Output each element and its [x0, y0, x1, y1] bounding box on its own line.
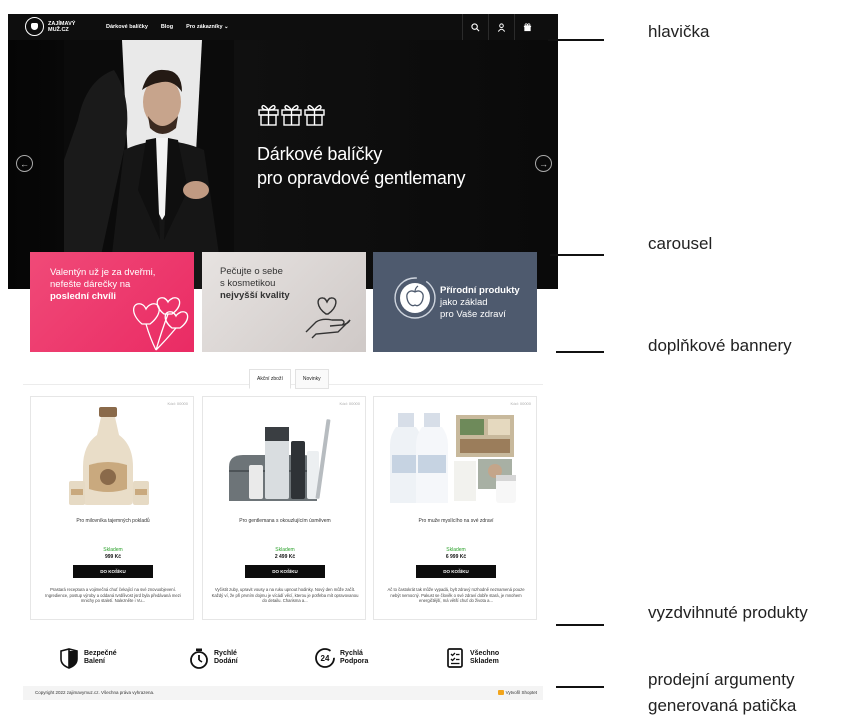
- stock-status: Skladem: [103, 547, 123, 553]
- annotation-line-header: [548, 39, 604, 41]
- annotation-line-carousel: [550, 254, 604, 256]
- banner-natural-line-2: jako základ: [440, 297, 488, 308]
- banner-cosmetics-line-3: nejvyšší kvality: [220, 290, 290, 301]
- argument-all-in-stock: Všechno Skladem: [444, 647, 499, 669]
- hand-heart-icon: [305, 297, 351, 339]
- banner-natural-products[interactable]: Přírodní produkty jako základ pro Vaše z…: [373, 252, 537, 352]
- product-name[interactable]: Pro muže myslícího na své zdraví: [374, 518, 538, 524]
- site-header: ZAJÍMAVÝ MUŽ.CZ Dárkové balíčky Blog Pro…: [8, 14, 558, 40]
- banner-natural-products-text: Přírodní produkty jako základ pro Vaše z…: [440, 285, 537, 321]
- annotation-line-products: [556, 624, 604, 626]
- shoptet-credit-text: Vytvořil Shoptet: [505, 690, 537, 695]
- product-name[interactable]: Pro gentlemana s okouzlujícím úsměvem: [203, 518, 367, 524]
- argument-line-1: Rychlé: [214, 650, 237, 657]
- annotation-banners: doplňkové bannery: [648, 336, 792, 355]
- apple-leaf-icon: [394, 277, 436, 319]
- argument-line-2: Skladem: [470, 658, 499, 665]
- product-image-grooming-kit: [229, 419, 331, 501]
- argument-safe-packaging: Bezpečné Balení: [58, 647, 117, 669]
- nav-item-gift-boxes[interactable]: Dárkové balíčky: [106, 24, 148, 30]
- banner-natural-line-3: pro Vaše zdraví: [440, 309, 506, 320]
- logo-text: ZAJÍMAVÝ MUŽ.CZ: [48, 20, 76, 33]
- site-footer: Copyright 2022 zajimavymuz.cz. Všechna p…: [23, 686, 543, 700]
- product-card[interactable]: Kód: 00000 Pro gentlemana s okouzlujícím…: [202, 396, 366, 620]
- carousel-prev-arrow-icon[interactable]: ←: [16, 155, 33, 172]
- stopwatch-icon: [190, 648, 208, 669]
- product-description: Vyčistit zuby, upravit vousy a na ruku u…: [211, 587, 359, 604]
- product-price: 999 Kč: [104, 554, 122, 560]
- hero-title: Dárkové balíčky pro opravdové gentlemany: [257, 142, 517, 190]
- annotation-line-arguments: [556, 686, 604, 688]
- argument-fast-support: 24 Rychlá Podpora: [314, 647, 368, 669]
- product-tabs: Akční zboží Novinky: [249, 369, 329, 389]
- tab-new-items[interactable]: Novinky: [294, 369, 329, 389]
- product-description: Ač to častokrát tak může vypadá, bylt zd…: [387, 587, 525, 604]
- argument-line-2: Dodání: [214, 658, 238, 665]
- selling-arguments: Bezpečné Balení Rychlé Dodání 24 Rychlá Pod…: [8, 647, 558, 677]
- hero-title-line-2: pro opravdové gentlemany: [257, 168, 466, 188]
- hero-title-line-1: Dárkové balíčky: [257, 144, 383, 164]
- carousel-next-arrow-icon[interactable]: →: [535, 155, 552, 172]
- annotation-carousel: carousel: [648, 234, 713, 253]
- annotation-footer: generovaná patička: [648, 696, 797, 715]
- annotation-header: hlavička: [648, 22, 710, 41]
- support-24-icon: 24: [315, 648, 335, 668]
- search-icon[interactable]: [462, 14, 488, 40]
- product-image-health-set: [390, 413, 516, 503]
- argument-line-1: Rychlá: [340, 650, 363, 657]
- shoptet-credit[interactable]: Vytvořil Shoptet: [497, 690, 537, 695]
- product-name[interactable]: Pro milovníka tajemných pokladů: [31, 518, 195, 524]
- banner-valentine-line-1: Valentýn už je za dveřmi,: [50, 267, 156, 278]
- copyright-text: Copyright 2022 zajimavymuz.cz. Všechna p…: [35, 690, 155, 695]
- nav-item-blog[interactable]: Blog: [161, 24, 173, 30]
- argument-line-1: Všechno: [470, 650, 500, 657]
- product-image-liqueur-set: [69, 407, 149, 505]
- banner-cosmetics[interactable]: Pečujte o sebe s kosmetikou nejvyšší kva…: [202, 252, 366, 352]
- tab-sale-items[interactable]: Akční zboží: [249, 369, 291, 389]
- annotation-arguments: prodejní argumenty: [648, 670, 795, 689]
- add-to-cart-button[interactable]: DO KOŠÍKU: [416, 565, 496, 578]
- argument-fast-delivery: Rychlé Dodání: [188, 647, 238, 669]
- nav-item-for-customers[interactable]: Pro zákazníky ⌄: [186, 24, 229, 30]
- argument-line-1: Bezpečné: [84, 650, 117, 657]
- add-to-cart-button[interactable]: DO KOŠÍKU: [73, 565, 153, 578]
- shield-icon: [60, 648, 78, 669]
- site-logo[interactable]: ZAJÍMAVÝ MUŽ.CZ: [25, 17, 78, 36]
- main-nav: Dárkové balíčky Blog Pro zákazníky ⌄: [106, 14, 229, 40]
- shoptet-logo-icon: [497, 690, 504, 695]
- banner-natural-line-1: Přírodní produkty: [440, 285, 520, 296]
- banner-cosmetics-line-2: s kosmetikou: [220, 278, 276, 289]
- checklist-icon: [447, 648, 463, 668]
- product-card[interactable]: Kód: 00000 Pro muže myslícího na své zdr…: [373, 396, 537, 620]
- argument-line-2: Podpora: [340, 658, 369, 665]
- product-card[interactable]: Kód: 00000 Pro milovníka tajemných pokla…: [30, 396, 194, 620]
- user-icon[interactable]: [488, 14, 514, 40]
- website-mockup: ZAJÍMAVÝ MUŽ.CZ Dárkové balíčky Blog Pro…: [8, 14, 558, 717]
- product-description: Prastará receptura a vojimečná chuť čeka…: [45, 587, 181, 604]
- svg-text:24: 24: [321, 654, 330, 663]
- header-icons: [462, 14, 540, 40]
- stock-status: Skladem: [275, 547, 295, 553]
- gift-boxes-icon: [258, 102, 326, 126]
- gift-icon[interactable]: [514, 14, 540, 40]
- annotation-line-banners: [556, 351, 604, 353]
- heart-balloons-icon: [132, 297, 189, 351]
- banner-valentine-line-3: poslední chvíli: [50, 291, 116, 302]
- product-price: 6 999 Kč: [445, 554, 467, 560]
- stock-status: Skladem: [446, 547, 466, 553]
- annotation-products: vyzdvihnuté produkty: [648, 603, 808, 622]
- add-to-cart-button[interactable]: DO KOŠÍKU: [245, 565, 325, 578]
- argument-line-2: Balení: [84, 658, 106, 665]
- banner-cosmetics-line-1: Pečujte o sebe: [220, 266, 283, 277]
- banner-valentine[interactable]: Valentýn už je za dveřmi, nefešte dárečk…: [30, 252, 194, 352]
- logo-badge-icon: [25, 17, 44, 36]
- product-price: 2 499 Kč: [274, 554, 296, 560]
